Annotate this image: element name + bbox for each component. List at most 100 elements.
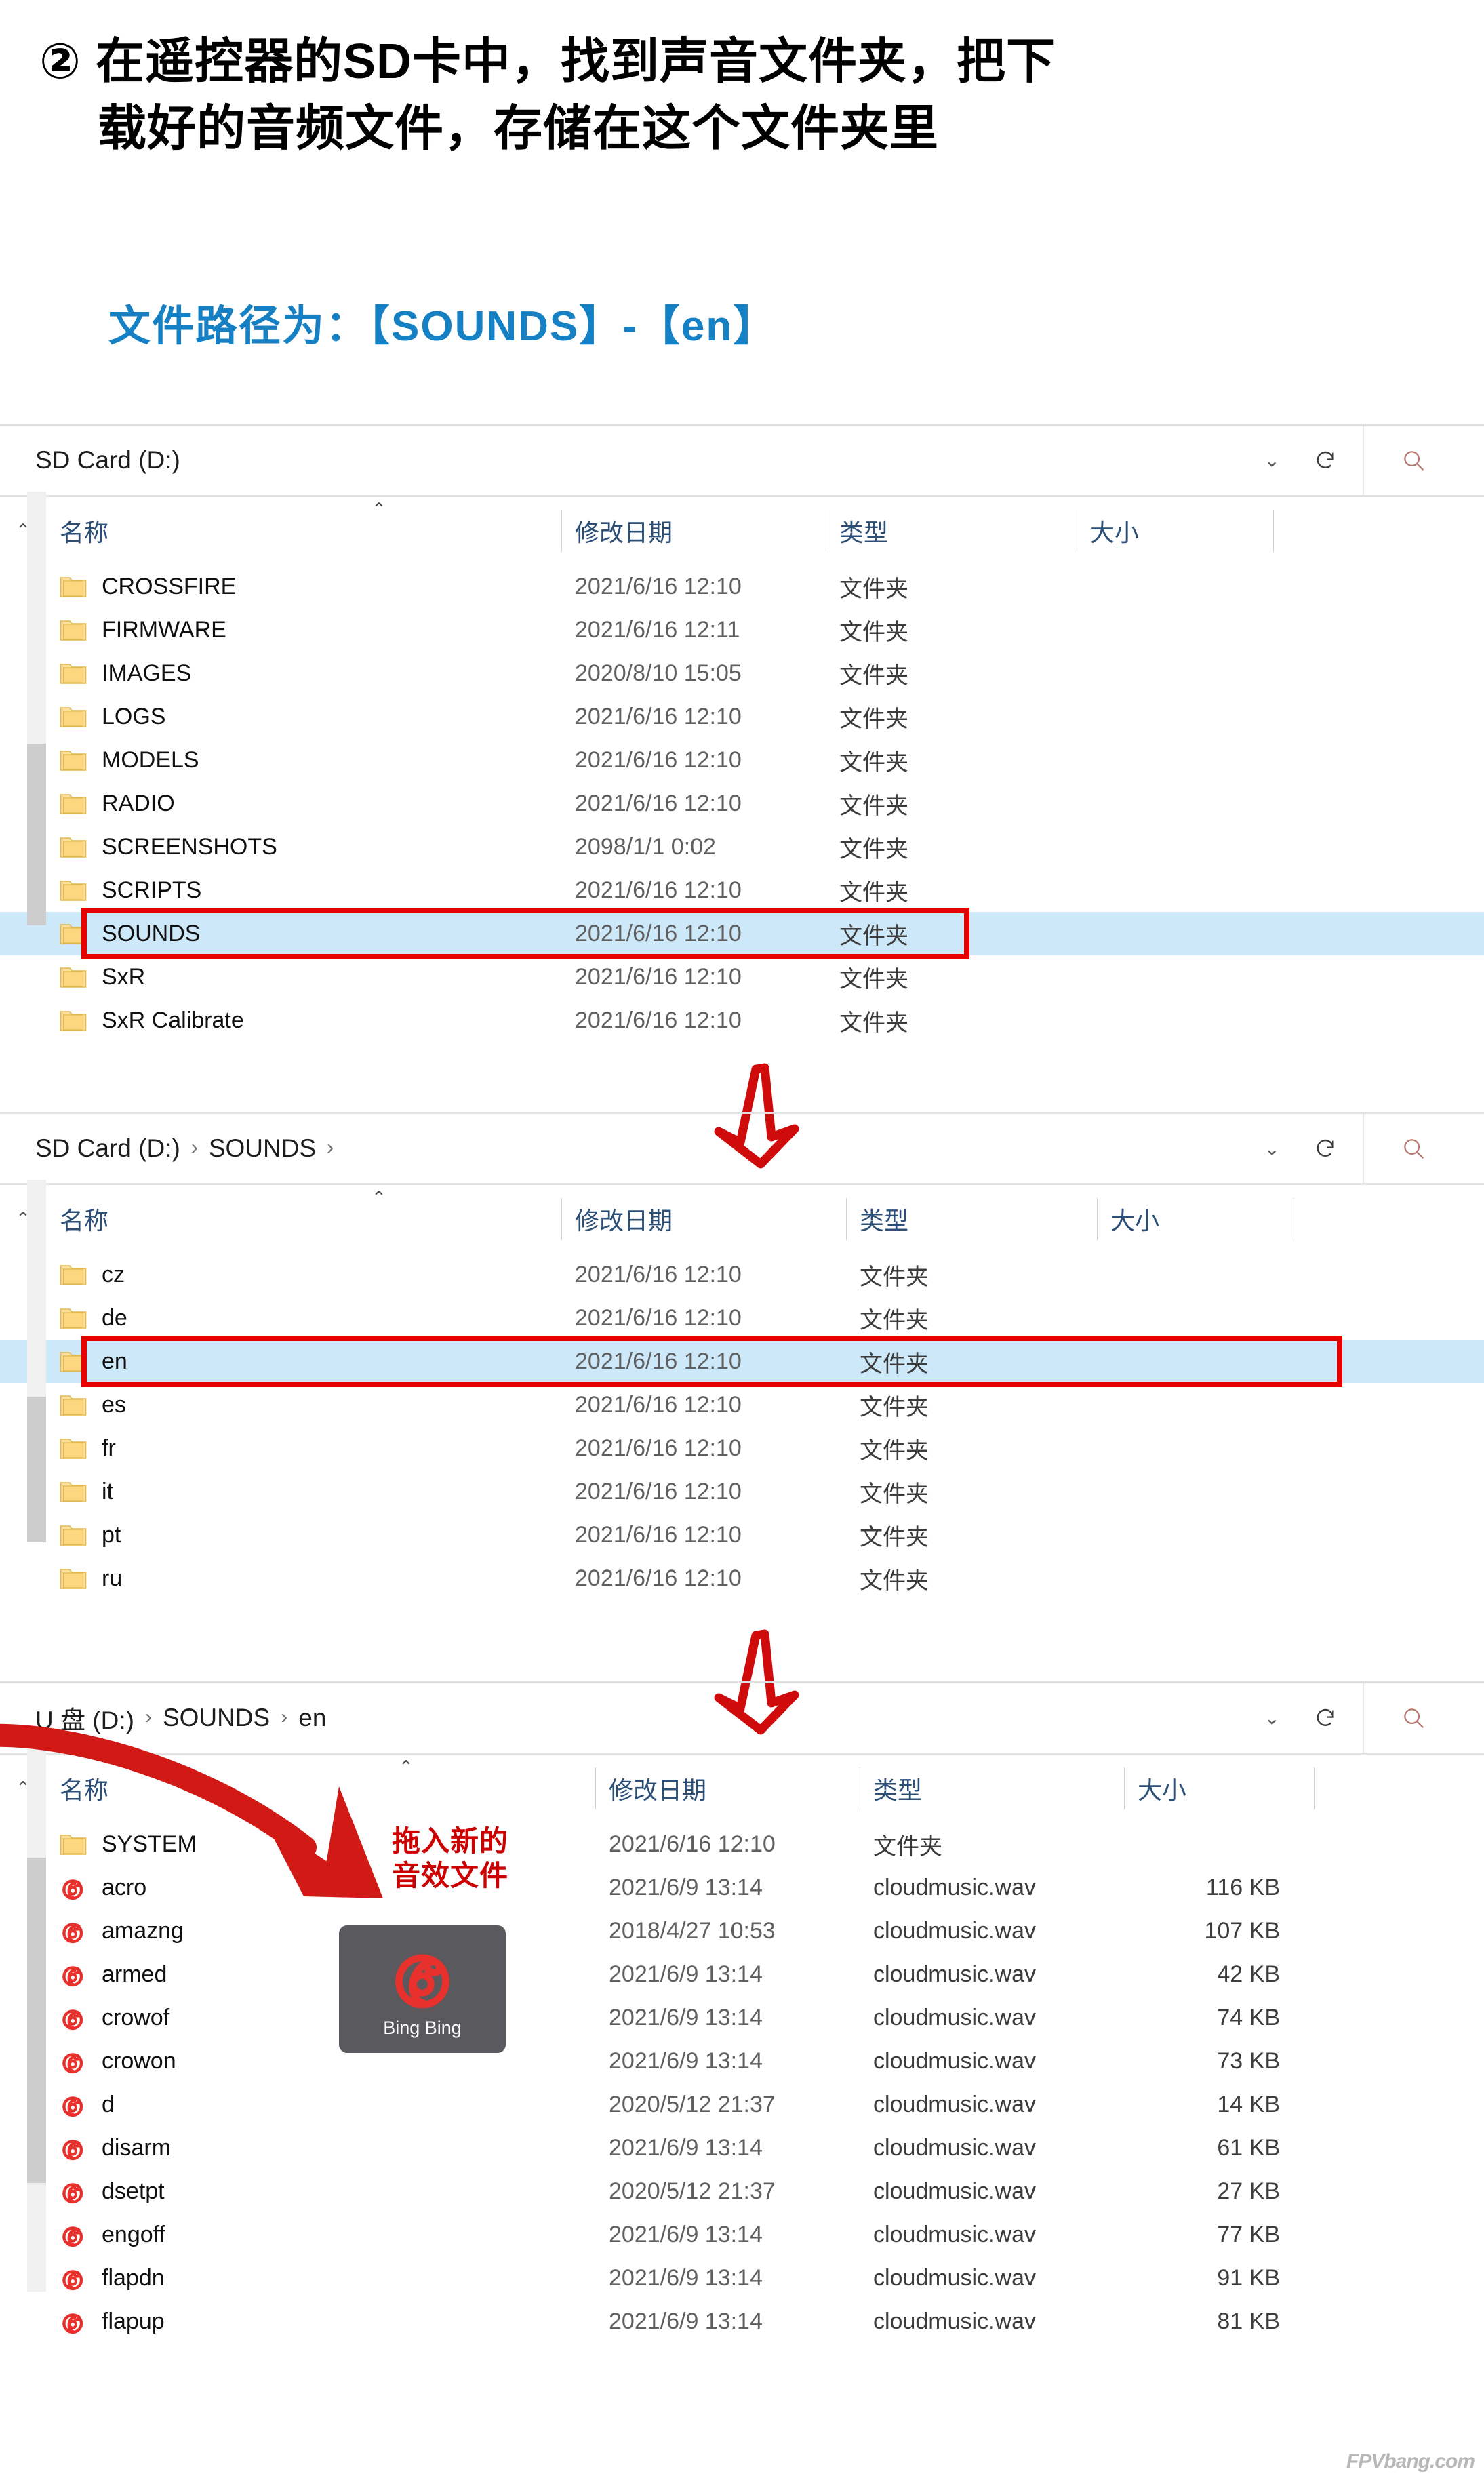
table-row[interactable]: d 2020/5/12 21:37 cloudmusic.wav 14 KB (0, 2083, 1484, 2126)
table-row[interactable]: flapdn 2021/6/9 13:14 cloudmusic.wav 91 KB (0, 2256, 1484, 2300)
table-row[interactable]: SxR Calibrate 2021/6/16 12:10 文件夹 (0, 999, 1484, 1042)
table-row[interactable]: it 2021/6/16 12:10 文件夹 (0, 1470, 1484, 1513)
cell-file-name[interactable]: FIRMWARE (46, 617, 561, 643)
column-header-extra-2[interactable] (1294, 1194, 1375, 1244)
column-header-type-1[interactable]: 类型 (826, 506, 1077, 556)
cell-file-name[interactable]: d (46, 2091, 595, 2118)
cell-modified-date: 2021/6/9 13:14 (609, 2308, 763, 2334)
table-row[interactable]: disarm 2021/6/9 13:14 cloudmusic.wav 61 KB (0, 2126, 1484, 2169)
table-row[interactable]: crowof 2021/6/9 13:14 cloudmusic.wav 74 KB (0, 1996, 1484, 2039)
column-header-size-2[interactable]: 大小 (1097, 1194, 1294, 1244)
table-row[interactable]: SxR 2021/6/16 12:10 文件夹 (0, 955, 1484, 999)
table-row[interactable]: armed 2021/6/9 13:14 cloudmusic.wav 42 KB (0, 1953, 1484, 1996)
cell-file-name[interactable]: RADIO (46, 791, 561, 817)
column-header-name-1[interactable]: 名称 ⌃ (46, 499, 561, 556)
table-row[interactable]: engoff 2021/6/9 13:14 cloudmusic.wav 77 KB (0, 2213, 1484, 2256)
scrollbar-thumb-2[interactable] (27, 1397, 46, 1542)
cell-file-name[interactable]: MODELS (46, 747, 561, 774)
vertical-scrollbar-1[interactable] (27, 492, 46, 925)
table-row[interactable]: pt 2021/6/16 12:10 文件夹 (0, 1513, 1484, 1557)
table-row[interactable]: SOUNDS 2021/6/16 12:10 文件夹 (0, 912, 1484, 955)
cell-file-type: 文件夹 (839, 749, 908, 776)
cell-modified-date: 2021/6/16 12:11 (575, 616, 740, 643)
cell-file-name[interactable]: pt (46, 1522, 561, 1548)
search-box-1[interactable] (1364, 426, 1484, 495)
cell-file-name[interactable]: fr (46, 1435, 561, 1462)
cell-file-name[interactable]: flapdn (46, 2264, 595, 2292)
table-row[interactable]: dsetpt 2020/5/12 21:37 cloudmusic.wav 27 KB (0, 2169, 1484, 2213)
dragged-file-label: Bing Bing (383, 2017, 462, 2038)
search-box-3[interactable] (1364, 1683, 1484, 1753)
refresh-icon[interactable] (1314, 1137, 1337, 1160)
cell-file-type: 文件夹 (839, 619, 908, 645)
cell-file-name[interactable]: armed (46, 1961, 595, 1988)
table-row[interactable]: RADIO 2021/6/16 12:10 文件夹 (0, 782, 1484, 825)
column-header-name-2[interactable]: 名称 ⌃ (46, 1187, 561, 1244)
cell-file-name[interactable]: crowof (46, 2004, 595, 2031)
column-header-extra-3[interactable] (1314, 1763, 1395, 1814)
cell-file-name[interactable]: SOUNDS (46, 921, 561, 947)
scrollbar-thumb-1[interactable] (27, 744, 46, 925)
chevron-down-icon[interactable]: ⌄ (1264, 1707, 1280, 1729)
cell-file-name[interactable]: LOGS (46, 704, 561, 730)
table-row[interactable]: flapup 2021/6/9 13:14 cloudmusic.wav 81 KB (0, 2300, 1484, 2343)
table-row[interactable]: SCREENSHOTS 2098/1/1 0:02 文件夹 (0, 825, 1484, 868)
table-row[interactable]: MODELS 2021/6/16 12:10 文件夹 (0, 738, 1484, 782)
cell-file-name[interactable]: SCRIPTS (46, 877, 561, 904)
file-name-label: engoff (102, 2221, 165, 2247)
sort-ascending-icon: ⌃ (372, 498, 386, 519)
table-row[interactable]: SCRIPTS 2021/6/16 12:10 文件夹 (0, 868, 1484, 912)
column-header-date-2[interactable]: 修改日期 (561, 1194, 846, 1244)
cell-file-name[interactable]: engoff (46, 2221, 595, 2248)
cell-file-name[interactable]: cz (46, 1262, 561, 1288)
column-header-size-3[interactable]: 大小 (1124, 1763, 1314, 1814)
refresh-icon[interactable] (1314, 449, 1337, 472)
table-row[interactable]: IMAGES 2020/8/10 15:05 文件夹 (0, 652, 1484, 695)
search-box-2[interactable] (1364, 1114, 1484, 1183)
cell-file-name[interactable]: crowon (46, 2047, 595, 2075)
cell-file-name[interactable]: it (46, 1479, 561, 1505)
column-header-type-3[interactable]: 类型 (860, 1763, 1124, 1814)
cell-file-name[interactable]: IMAGES (46, 660, 561, 687)
cell-file-name[interactable]: dsetpt (46, 2178, 595, 2205)
table-row[interactable]: FIRMWARE 2021/6/16 12:11 文件夹 (0, 608, 1484, 652)
table-row[interactable]: crowon 2021/6/9 13:14 cloudmusic.wav 73 KB (0, 2039, 1484, 2083)
drag-annotation-line2: 音效文件 (392, 1860, 509, 1892)
cell-file-name[interactable]: flapup (46, 2308, 595, 2335)
table-row[interactable]: de 2021/6/16 12:10 文件夹 (0, 1296, 1484, 1340)
column-header-extra-1[interactable] (1273, 506, 1355, 556)
cell-file-name[interactable]: disarm (46, 2134, 595, 2161)
table-row[interactable]: ru 2021/6/16 12:10 文件夹 (0, 1557, 1484, 1600)
table-row[interactable]: es 2021/6/16 12:10 文件夹 (0, 1383, 1484, 1426)
cell-file-name[interactable]: es (46, 1392, 561, 1418)
cloudmusic-icon (62, 2270, 83, 2291)
cell-modified-date: 2098/1/1 0:02 (575, 833, 716, 860)
column-header-date-3[interactable]: 修改日期 (595, 1763, 860, 1814)
column-header-type-2[interactable]: 类型 (846, 1194, 1097, 1244)
table-row[interactable]: cz 2021/6/16 12:10 文件夹 (0, 1253, 1484, 1296)
cell-file-name[interactable]: ru (46, 1565, 561, 1592)
chevron-down-icon[interactable]: ⌄ (1264, 1138, 1280, 1160)
file-name-label: FIRMWARE (102, 616, 226, 643)
address-bar-2[interactable]: SD Card (D:) › SOUNDS › ⌄ (0, 1114, 1364, 1183)
column-header-date-1[interactable]: 修改日期 (561, 506, 826, 556)
cell-file-name[interactable]: de (46, 1305, 561, 1332)
table-row[interactable]: en 2021/6/16 12:10 文件夹 (0, 1340, 1484, 1383)
cell-file-name[interactable]: CROSSFIRE (46, 574, 561, 600)
refresh-icon[interactable] (1314, 1706, 1337, 1729)
dragged-file-thumbnail[interactable]: Bing Bing (339, 1925, 506, 2053)
cloudmusic-icon (62, 2226, 83, 2247)
table-row[interactable]: CROSSFIRE 2021/6/16 12:10 文件夹 (0, 565, 1484, 608)
cell-file-name[interactable]: SxR (46, 964, 561, 991)
cell-file-name[interactable]: en (46, 1348, 561, 1375)
table-row[interactable]: LOGS 2021/6/16 12:10 文件夹 (0, 695, 1484, 738)
column-header-size-1[interactable]: 大小 (1077, 506, 1273, 556)
chevron-down-icon[interactable]: ⌄ (1264, 449, 1280, 472)
cell-file-name[interactable]: SxR Calibrate (46, 1007, 561, 1034)
cell-file-size: 77 KB (1217, 2221, 1280, 2247)
folder-icon (60, 751, 87, 771)
vertical-scrollbar-2[interactable] (27, 1180, 46, 1542)
address-bar-1[interactable]: SD Card (D:) ⌄ (0, 426, 1364, 495)
cell-file-name[interactable]: SCREENSHOTS (46, 834, 561, 860)
table-row[interactable]: fr 2021/6/16 12:10 文件夹 (0, 1426, 1484, 1470)
